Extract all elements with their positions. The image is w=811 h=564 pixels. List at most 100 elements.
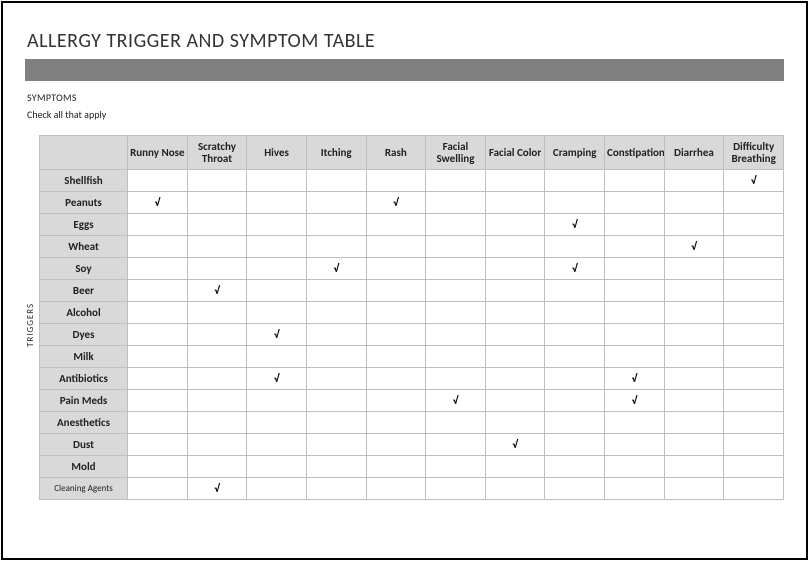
cell[interactable] [128,412,188,434]
cell[interactable] [485,280,545,302]
cell[interactable] [724,412,784,434]
cell[interactable] [485,478,545,500]
cell[interactable] [187,258,247,280]
cell[interactable]: √ [485,434,545,456]
cell[interactable] [545,456,605,478]
cell[interactable] [724,368,784,390]
cell[interactable] [306,214,366,236]
cell[interactable] [485,214,545,236]
cell[interactable] [426,346,486,368]
cell[interactable] [724,390,784,412]
cell[interactable] [426,192,486,214]
cell[interactable] [187,368,247,390]
cell[interactable] [187,214,247,236]
cell[interactable] [247,434,307,456]
cell[interactable] [366,236,426,258]
cell[interactable] [605,346,665,368]
cell[interactable] [128,434,188,456]
cell[interactable] [366,390,426,412]
cell[interactable] [187,170,247,192]
cell[interactable] [485,412,545,434]
cell[interactable] [724,192,784,214]
cell[interactable] [664,170,724,192]
cell[interactable] [426,368,486,390]
cell[interactable] [128,170,188,192]
cell[interactable] [605,258,665,280]
cell[interactable] [187,236,247,258]
cell[interactable] [128,302,188,324]
cell[interactable] [187,346,247,368]
cell[interactable] [247,236,307,258]
cell[interactable] [187,192,247,214]
cell[interactable] [724,258,784,280]
cell[interactable] [306,192,366,214]
cell[interactable] [664,434,724,456]
cell[interactable] [545,412,605,434]
cell[interactable] [128,478,188,500]
cell[interactable] [128,258,188,280]
cell[interactable] [605,214,665,236]
cell[interactable] [247,258,307,280]
cell[interactable] [664,390,724,412]
cell[interactable] [366,456,426,478]
cell[interactable]: √ [605,390,665,412]
cell[interactable] [128,324,188,346]
cell[interactable] [247,302,307,324]
cell[interactable] [724,456,784,478]
cell[interactable] [426,214,486,236]
cell[interactable] [485,456,545,478]
cell[interactable] [545,170,605,192]
cell[interactable] [247,214,307,236]
cell[interactable] [247,280,307,302]
cell[interactable] [187,412,247,434]
cell[interactable] [426,324,486,346]
cell[interactable]: √ [247,324,307,346]
cell[interactable]: √ [247,368,307,390]
cell[interactable] [306,456,366,478]
cell[interactable] [306,478,366,500]
cell[interactable] [605,412,665,434]
cell[interactable] [128,280,188,302]
cell[interactable] [664,324,724,346]
cell[interactable] [605,192,665,214]
cell[interactable] [724,236,784,258]
cell[interactable] [247,412,307,434]
cell[interactable] [485,170,545,192]
cell[interactable]: √ [128,192,188,214]
cell[interactable] [605,434,665,456]
cell[interactable] [664,478,724,500]
cell[interactable] [664,412,724,434]
cell[interactable] [485,258,545,280]
cell[interactable] [187,434,247,456]
cell[interactable] [545,236,605,258]
cell[interactable] [426,434,486,456]
cell[interactable] [664,280,724,302]
cell[interactable] [366,258,426,280]
cell[interactable] [545,324,605,346]
cell[interactable] [306,434,366,456]
cell[interactable] [724,346,784,368]
cell[interactable] [605,478,665,500]
cell[interactable] [247,346,307,368]
cell[interactable] [664,302,724,324]
cell[interactable] [545,434,605,456]
cell[interactable]: √ [187,280,247,302]
cell[interactable] [247,170,307,192]
cell[interactable] [485,324,545,346]
cell[interactable] [426,236,486,258]
cell[interactable] [426,280,486,302]
cell[interactable] [485,236,545,258]
cell[interactable] [366,478,426,500]
cell[interactable]: √ [664,236,724,258]
cell[interactable] [366,324,426,346]
cell[interactable] [128,368,188,390]
cell[interactable] [426,258,486,280]
cell[interactable]: √ [545,258,605,280]
cell[interactable] [306,390,366,412]
cell[interactable] [128,236,188,258]
cell[interactable] [426,170,486,192]
cell[interactable] [724,302,784,324]
cell[interactable] [426,412,486,434]
cell[interactable] [545,346,605,368]
cell[interactable] [545,280,605,302]
